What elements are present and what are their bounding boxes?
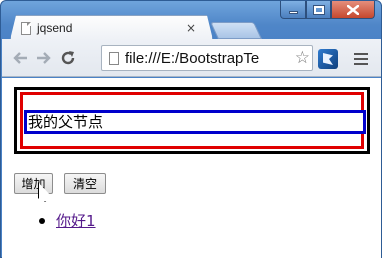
page-content: 我的父节点 增加 清空 你好1 <box>2 78 381 258</box>
title-bar: jqsend × <box>1 1 381 40</box>
hamburger-menu-icon[interactable] <box>354 53 368 68</box>
forward-button[interactable] <box>32 46 56 70</box>
arrow-right-icon <box>37 51 51 64</box>
page-favicon-icon <box>21 21 31 35</box>
back-button[interactable] <box>8 46 32 70</box>
url-text: file:///E:/BootstrapTe <box>125 49 260 67</box>
reload-button[interactable] <box>56 46 80 70</box>
close-icon <box>347 4 359 15</box>
add-button[interactable]: 增加 <box>14 173 53 194</box>
reload-icon <box>61 50 75 64</box>
browser-window: jqsend × file:///E:/BootstrapTe ☆ 我的父节点 … <box>0 0 382 258</box>
close-window-button[interactable] <box>331 1 375 19</box>
outer-black-container: 我的父节点 <box>14 87 370 154</box>
maximize-icon <box>312 4 325 15</box>
address-bar[interactable]: file:///E:/BootstrapTe ☆ <box>101 45 313 71</box>
arrow-left-icon <box>13 51 27 64</box>
bullet-icon <box>39 217 45 224</box>
minimize-button[interactable] <box>280 1 306 19</box>
window-controls <box>280 1 375 19</box>
new-tab-button[interactable] <box>210 22 262 39</box>
list-item: 你好1 <box>36 210 96 231</box>
page-icon <box>109 51 119 65</box>
parent-node: 我的父节点 <box>24 110 366 134</box>
tab-jqsend[interactable]: jqsend × <box>10 15 213 40</box>
maximize-button[interactable] <box>306 1 331 19</box>
tab-title: jqsend <box>37 21 73 35</box>
star-icon[interactable]: ☆ <box>292 48 310 68</box>
browser-toolbar: file:///E:/BootstrapTe ☆ <box>2 39 381 77</box>
minimize-icon <box>288 11 298 14</box>
tab-close-icon[interactable]: × <box>186 21 196 35</box>
item-list: 你好1 <box>36 210 96 231</box>
extension-icon[interactable] <box>318 49 338 69</box>
red-container: 我的父节点 <box>20 92 366 149</box>
clear-button[interactable]: 清空 <box>64 173 106 194</box>
list-item-link[interactable]: 你好1 <box>56 210 96 231</box>
